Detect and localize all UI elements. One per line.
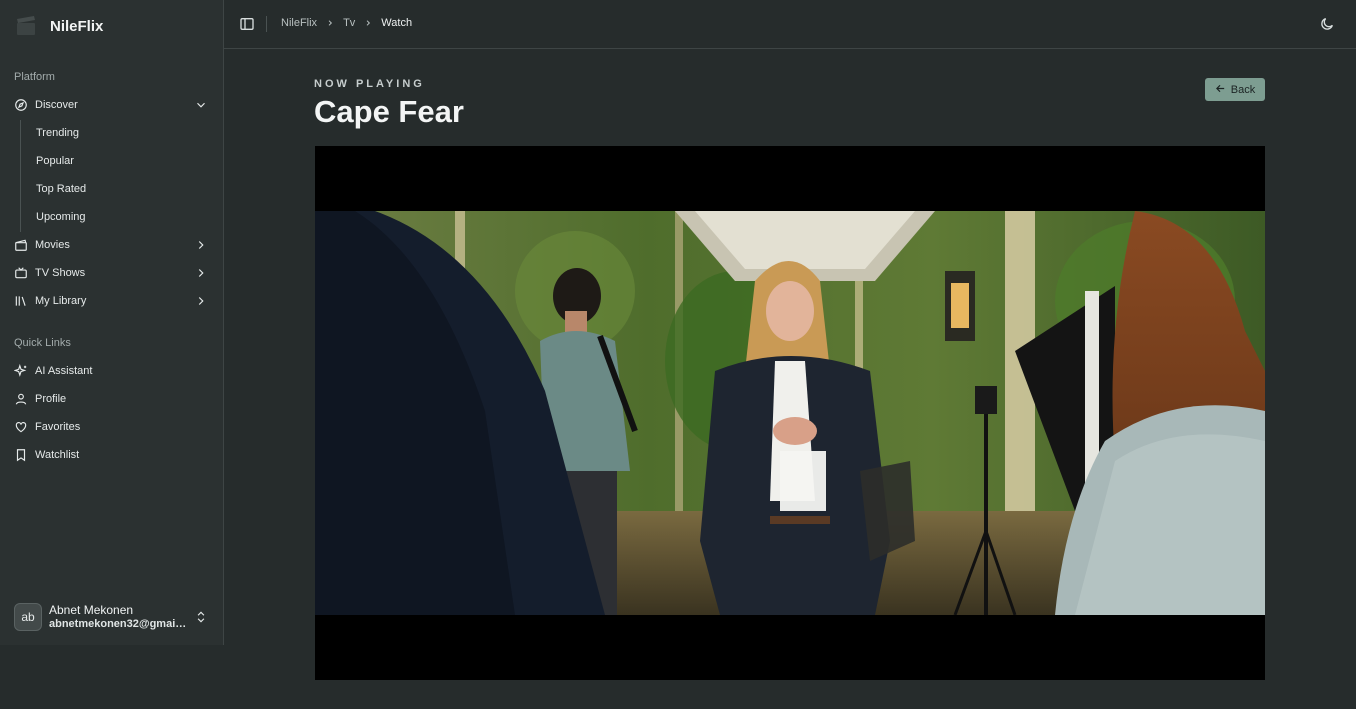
page-title: Cape Fear — [314, 94, 464, 129]
video-player[interactable] — [315, 146, 1265, 680]
chevrons-up-down-icon — [194, 610, 208, 624]
film-icon — [14, 238, 29, 253]
user-icon — [14, 392, 29, 407]
sidebar-item-profile[interactable]: Profile — [8, 386, 216, 412]
sidebar-item-label: TV Shows — [35, 267, 86, 279]
user-email: abnetmekonen32@gmail.com — [49, 617, 189, 630]
sidebar-item-label: AI Assistant — [35, 365, 93, 377]
user-name: Abnet Mekonen — [49, 602, 134, 617]
breadcrumb-item-current: Watch — [381, 17, 413, 29]
bookmark-icon — [14, 448, 29, 463]
header-divider — [266, 16, 267, 32]
quick-links-section-label: Quick Links — [14, 337, 71, 349]
sidebar-subitem-top-rated[interactable]: Top Rated — [28, 177, 208, 201]
platform-section-label: Platform — [14, 71, 55, 83]
sidebar-item-movies[interactable]: Movies — [8, 232, 216, 258]
tv-icon — [14, 266, 29, 281]
avatar: ab — [14, 603, 42, 631]
brand-name: NileFlix — [50, 17, 104, 35]
back-button[interactable]: Back — [1205, 78, 1265, 101]
sidebar-subitem-upcoming[interactable]: Upcoming — [28, 205, 208, 229]
sidebar-item-tv-shows[interactable]: TV Shows — [8, 260, 216, 286]
brand[interactable]: NileFlix — [14, 14, 103, 38]
chevron-right-icon — [194, 238, 208, 252]
now-playing-label: NOW PLAYING — [314, 78, 425, 90]
compass-icon — [14, 98, 29, 113]
chevron-right-icon — [194, 294, 208, 308]
top-header: NileFlix Tv Watch — [224, 0, 1356, 49]
sidebar-item-my-library[interactable]: My Library — [8, 288, 216, 314]
heart-icon — [14, 420, 29, 435]
moon-icon[interactable] — [1319, 16, 1335, 32]
sidebar-item-label: Discover — [35, 99, 78, 111]
chevron-right-icon — [326, 19, 334, 27]
sidebar-item-label: Profile — [35, 393, 67, 405]
sidebar: NileFlix Platform Discover Trending Popu… — [0, 0, 224, 645]
sidebar-subitem-trending[interactable]: Trending — [28, 121, 208, 145]
sidebar-item-discover[interactable]: Discover — [8, 92, 216, 118]
arrow-left-icon — [1215, 83, 1226, 97]
sidebar-item-watchlist[interactable]: Watchlist — [8, 442, 216, 468]
clapperboard-icon — [14, 14, 38, 38]
video-frame — [315, 211, 1265, 615]
chevron-right-icon — [364, 19, 372, 27]
submenu-guide-line — [20, 120, 21, 232]
sidebar-toggle-icon[interactable] — [239, 16, 255, 32]
sidebar-subitem-popular[interactable]: Popular — [28, 149, 208, 173]
sparkles-icon — [14, 363, 29, 379]
breadcrumb: NileFlix Tv Watch — [281, 17, 412, 29]
library-icon — [14, 294, 29, 309]
chevron-right-icon — [194, 266, 208, 280]
sidebar-item-label: Watchlist — [35, 449, 80, 461]
breadcrumb-item-home[interactable]: NileFlix — [281, 17, 317, 29]
sidebar-item-favorites[interactable]: Favorites — [8, 414, 216, 440]
sidebar-item-label: Favorites — [35, 421, 81, 433]
back-button-label: Back — [1230, 83, 1256, 96]
breadcrumb-item-tv[interactable]: Tv — [343, 17, 355, 29]
sidebar-item-ai-assistant[interactable]: AI Assistant — [8, 358, 216, 384]
sidebar-item-label: My Library — [35, 295, 87, 307]
sidebar-item-label: Movies — [35, 239, 70, 251]
chevron-down-icon — [194, 98, 208, 112]
user-menu[interactable]: ab Abnet Mekonen abnetmekonen32@gmail.co… — [8, 596, 216, 638]
